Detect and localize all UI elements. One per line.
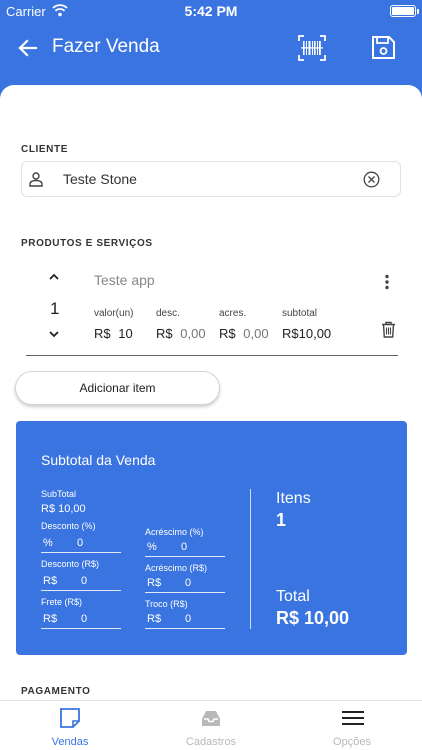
- discount-currency: R$: [156, 326, 173, 341]
- summary-divider: [250, 489, 251, 629]
- surcharge-pct-prefix: %: [147, 541, 157, 553]
- discount-value: 0,00: [180, 326, 206, 341]
- surcharge-brl-value: 0: [185, 577, 192, 589]
- surcharge-pct-value: 0: [181, 541, 188, 553]
- client-field[interactable]: Teste Stone: [21, 161, 401, 197]
- surcharge-value: 0,00: [243, 326, 269, 341]
- freight-value: 0: [81, 613, 88, 625]
- total-label: Total: [276, 588, 310, 605]
- item-subtotal: R$10,00: [282, 326, 332, 341]
- unit-value-currency: R$: [94, 326, 111, 341]
- discount-brl-label: Desconto (R$): [41, 559, 100, 569]
- client-section-label: CLIENTE: [21, 144, 68, 155]
- surcharge-label: acres.: [219, 308, 247, 319]
- tab-cadastros-label: Cadastros: [185, 736, 237, 748]
- surcharge-brl-label: Acréscimo (R$): [145, 563, 208, 573]
- summary-title: Subtotal da Venda: [41, 452, 156, 468]
- tab-bar: Vendas Cadastros Opções: [0, 700, 422, 750]
- discount-label: desc.: [156, 308, 180, 319]
- discount-pct-label: Desconto (%): [41, 521, 96, 531]
- back-arrow-icon[interactable]: [14, 34, 42, 62]
- subtotal-summary-value: R$ 10,00: [41, 503, 86, 515]
- total-value: R$ 10,00: [276, 608, 350, 628]
- menu-icon: [342, 711, 364, 725]
- item-name: Teste app: [94, 272, 155, 288]
- add-item-button[interactable]: Adicionar item: [15, 371, 220, 405]
- discount-pct-value: 0: [77, 537, 84, 549]
- sales-icon: [60, 708, 80, 728]
- chevron-down-icon[interactable]: [48, 330, 60, 339]
- battery-icon: [390, 5, 419, 17]
- discount-pct-prefix: %: [43, 537, 53, 549]
- save-icon[interactable]: [368, 32, 398, 62]
- tab-vendas[interactable]: Vendas: [0, 701, 140, 750]
- surcharge-brl-prefix: R$: [147, 577, 162, 589]
- surcharge-pct-field[interactable]: % 0: [145, 539, 225, 557]
- payment-section-label: PAGAMENTO: [21, 686, 91, 697]
- surcharge-brl-field[interactable]: R$ 0: [145, 575, 225, 593]
- inbox-icon: [202, 711, 220, 726]
- subtotal-label: subtotal: [282, 308, 318, 319]
- freight-label: Frete (R$): [41, 597, 83, 607]
- products-section-label: PRODUTOS E SERVIÇOS: [21, 238, 153, 249]
- sale-summary-card: Subtotal da Venda SubTotal R$ 10,00 Desc…: [16, 421, 407, 655]
- surcharge-field[interactable]: R$ 0,00: [219, 326, 269, 341]
- clear-client-icon[interactable]: [363, 171, 380, 188]
- discount-brl-prefix: R$: [43, 575, 58, 587]
- discount-pct-field[interactable]: % 0: [41, 535, 121, 553]
- app-bar: Fazer Venda: [0, 22, 422, 74]
- subtotal-summary-label: SubTotal: [41, 489, 77, 499]
- items-count: 1: [276, 510, 287, 530]
- discount-brl-field[interactable]: R$ 0: [41, 573, 121, 591]
- freight-prefix: R$: [43, 613, 58, 625]
- items-label: Itens: [276, 490, 311, 507]
- tab-opcoes[interactable]: Opções: [282, 701, 422, 750]
- surcharge-pct-label: Acréscimo (%): [145, 527, 204, 537]
- trash-icon[interactable]: [381, 321, 396, 338]
- clock: 5:42 PM: [184, 3, 238, 19]
- freight-field[interactable]: R$ 0: [41, 611, 121, 629]
- change-value: 0: [185, 613, 192, 625]
- tab-vendas-label: Vendas: [51, 736, 89, 748]
- surcharge-currency: R$: [219, 326, 236, 341]
- client-name: Teste Stone: [63, 171, 137, 187]
- change-prefix: R$: [147, 613, 162, 625]
- item-quantity[interactable]: 1: [50, 299, 59, 319]
- barcode-scanner-icon[interactable]: [296, 32, 328, 64]
- person-icon: [29, 172, 43, 187]
- page-title: Fazer Venda: [52, 36, 160, 57]
- discount-brl-value: 0: [81, 575, 88, 587]
- chevron-up-icon[interactable]: [48, 272, 60, 281]
- change-label: Troco (R$): [145, 599, 188, 609]
- status-bar: Carrier 5:42 PM: [0, 0, 422, 22]
- more-vertical-icon[interactable]: [384, 274, 390, 290]
- discount-field[interactable]: R$ 0,00: [156, 326, 206, 341]
- tab-opcoes-label: Opções: [333, 736, 371, 748]
- change-field[interactable]: R$ 0: [145, 611, 225, 629]
- unit-value: 10: [118, 326, 133, 341]
- unit-value-label: valor(un): [94, 308, 134, 319]
- product-item-row: 1 Teste app valor(un) desc. acres. subto…: [26, 260, 398, 356]
- content-sheet: CLIENTE Teste Stone PRODUTOS E SERVIÇOS …: [0, 85, 422, 700]
- unit-value-field[interactable]: R$ 10: [94, 326, 133, 341]
- tab-cadastros[interactable]: Cadastros: [141, 701, 281, 750]
